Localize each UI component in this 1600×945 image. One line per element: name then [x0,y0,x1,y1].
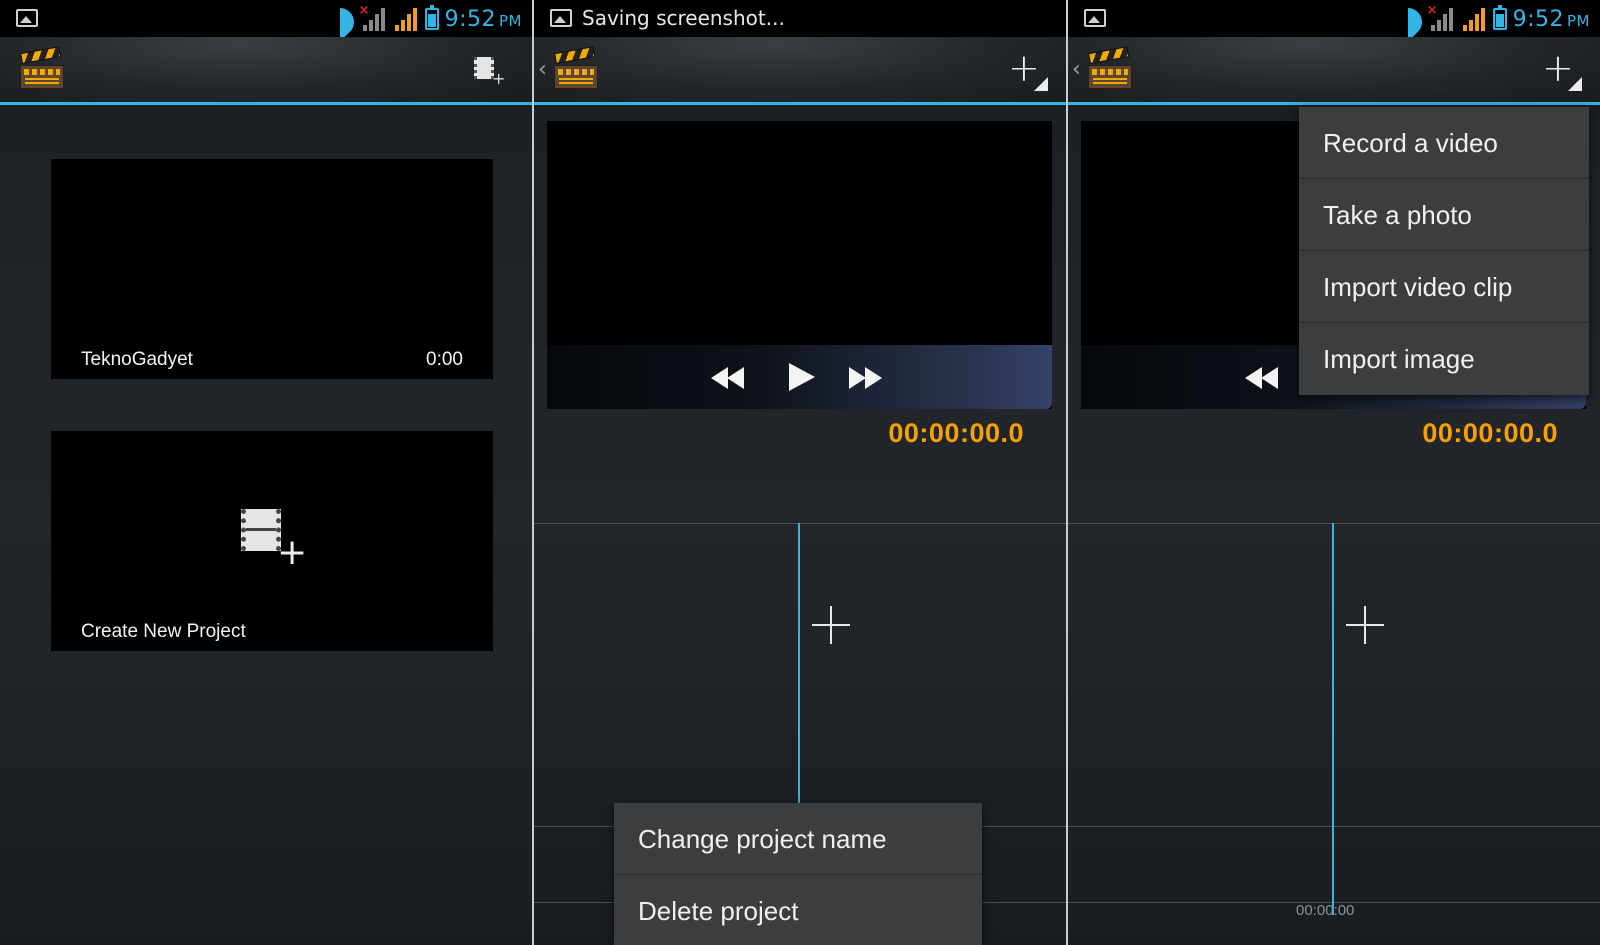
clapperboard-icon[interactable] [1088,46,1132,89]
status-bar: × 9:52 PM [1068,0,1600,37]
timeline-playhead[interactable] [1332,523,1334,915]
status-notification-text: Saving screenshot... [582,6,785,30]
project-context-menu: Change project name Delete project [614,803,982,945]
projects-screen: × 9:52 PM + TeknoGadyet 0:00 + Create New… [0,0,532,945]
clock: 9:52 PM [1512,6,1590,32]
menu-item-take-photo[interactable]: Take a photo [1299,179,1589,251]
film-add-icon: + [241,509,307,571]
timeline-border-top [534,523,1066,524]
signal-icon [1461,7,1487,31]
signal-icon [393,7,419,31]
status-bar: × 9:52 PM [0,0,532,37]
status-bar: Saving screenshot... [534,0,1066,37]
action-bar: ‹ + [1068,37,1600,105]
menu-item-import-image[interactable]: Import image [1299,323,1589,395]
add-clip-icon[interactable] [812,606,850,644]
clapperboard-icon[interactable] [554,46,598,89]
battery-icon [424,5,439,30]
create-project-label: Create New Project [81,621,246,642]
back-chevron-icon[interactable]: ‹ [538,57,547,82]
playback-controls [547,345,1052,409]
wifi-icon [1393,8,1423,30]
rewind-icon[interactable] [1243,361,1283,393]
gallery-notification-icon [1084,9,1106,27]
playback-timecode: 00:00:00.0 [888,418,1024,448]
playback-timecode: 00:00:00.0 [1422,418,1558,448]
action-bar: + [0,37,532,105]
video-preview [547,121,1052,409]
editor-screen-context-menu: Saving screenshot... ‹ + 00:00:00.0 Chan… [534,0,1066,945]
menu-item-delete-project[interactable]: Delete project [614,875,982,945]
create-new-project-card[interactable]: + Create New Project [51,431,493,651]
gallery-notification-icon [16,9,38,27]
fast-forward-icon[interactable] [847,361,887,393]
add-media-button[interactable]: + [1008,49,1048,91]
project-name: TeknoGadyet [81,349,193,370]
status-indicators: × 9:52 PM [325,3,522,34]
clapperboard-icon[interactable] [20,46,64,89]
menu-item-change-project-name[interactable]: Change project name [614,803,982,875]
editor-screen-add-menu: × 9:52 PM ‹ + 00:00:00.0 00:00:00 Record … [1068,0,1600,945]
battery-icon [1492,5,1507,30]
rewind-icon[interactable] [709,361,749,393]
screenshot-notification-icon [550,9,572,27]
add-media-button[interactable]: + [1542,49,1582,91]
no-signal-icon: × [1427,3,1455,31]
project-card[interactable]: TeknoGadyet 0:00 [51,159,493,379]
back-chevron-icon[interactable]: ‹ [1072,57,1081,82]
project-duration: 0:00 [426,349,463,370]
no-signal-icon: × [359,3,387,31]
timeline-border-top [1068,523,1600,524]
timeline-track-line [1068,826,1600,827]
play-icon[interactable] [779,361,819,393]
add-media-menu: Record a video Take a photo Import video… [1299,107,1589,395]
action-bar: ‹ + [534,37,1066,105]
timeline-start-time: 00:00:00 [1296,902,1355,919]
status-indicators: × 9:52 PM [1393,3,1590,34]
new-project-icon[interactable]: + [474,57,505,87]
wifi-icon [325,8,355,30]
menu-item-record-video[interactable]: Record a video [1299,107,1589,179]
add-clip-icon[interactable] [1346,606,1384,644]
menu-item-import-video-clip[interactable]: Import video clip [1299,251,1589,323]
clock: 9:52 PM [444,6,522,32]
